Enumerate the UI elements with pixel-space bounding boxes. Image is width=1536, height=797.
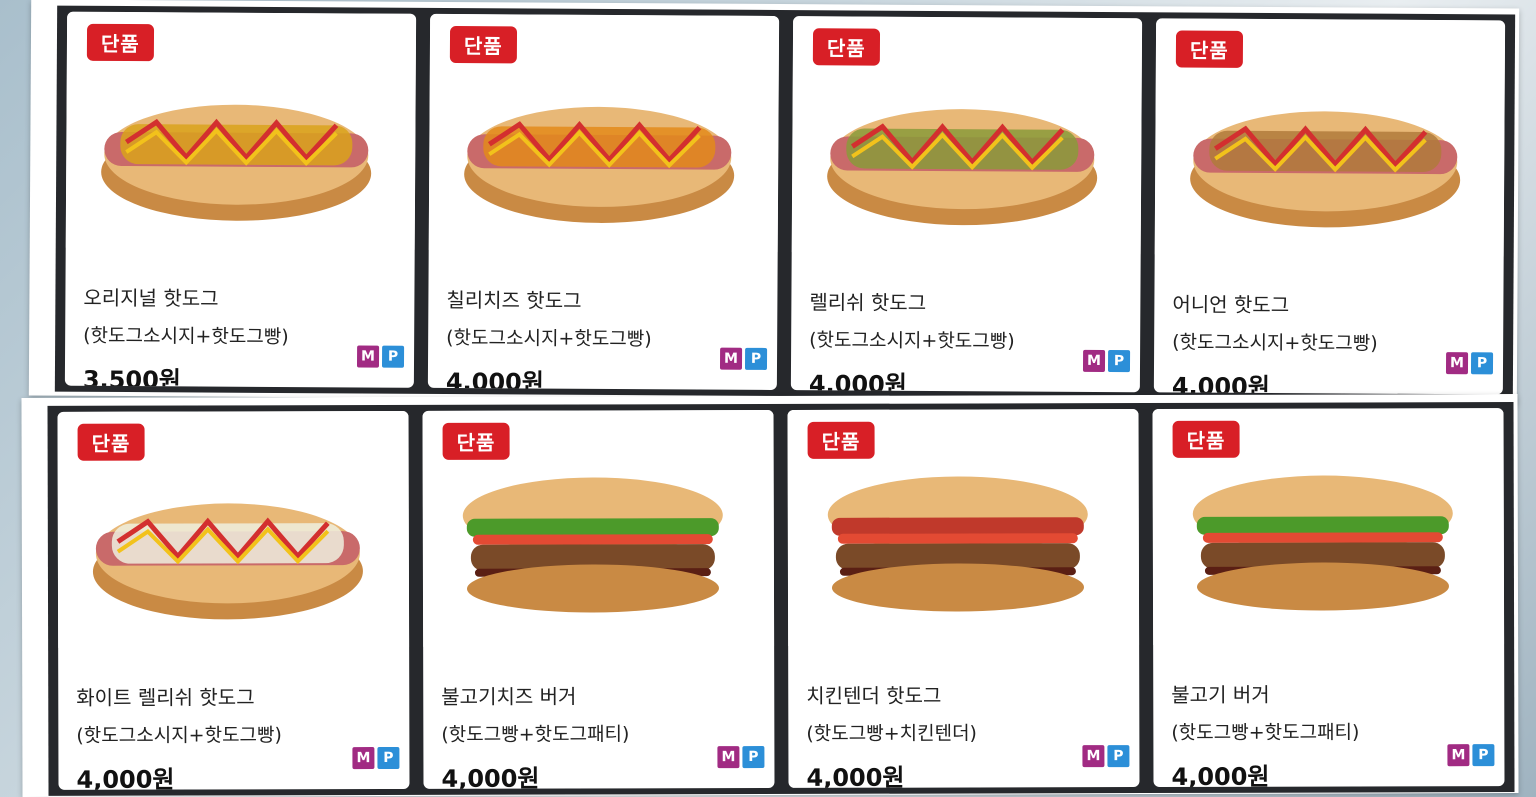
menu-row-2: 단품 화이트 렐리쉬 핫도그 (핫도그소시지+핫도그빵) 4,000원 M P … — [47, 402, 1515, 796]
mobile-pay-icon: M — [1082, 349, 1106, 373]
menu-composition: (핫도그빵+핫도그패티) — [1171, 721, 1360, 744]
hotdog-image — [101, 104, 372, 221]
mobile-pay-icon: M — [1447, 744, 1470, 767]
payment-icons: M P — [1082, 745, 1130, 768]
point-pay-icon: P — [381, 345, 405, 368]
menu-price: 4,000원 — [808, 370, 907, 393]
menu-card[interactable]: 단품 오리지널 핫도그 (핫도그소시지+핫도그빵) 3,500원 M P — [64, 11, 417, 388]
menu-name: 오리지널 핫도그 — [83, 285, 219, 311]
menu-panel-bottom: 단품 화이트 렐리쉬 핫도그 (핫도그소시지+핫도그빵) 4,000원 M P … — [21, 394, 1519, 797]
menu-info: 불고기치즈 버거 (핫도그빵+핫도그패티) 4,000원 — [441, 666, 756, 789]
single-item-badge: 단품 — [77, 423, 145, 461]
menu-card[interactable]: 단품 치킨텐더 핫도그 (핫도그빵+치킨텐더) 4,000원 M P — [787, 409, 1140, 788]
point-pay-icon: P — [744, 347, 768, 370]
menu-card[interactable]: 단품 불고기치즈 버거 (핫도그빵+핫도그패티) 4,000원 M P — [422, 409, 775, 789]
menu-composition: (핫도그소시지+핫도그빵) — [446, 327, 652, 351]
menu-info: 어니언 핫도그 (핫도그소시지+핫도그빵) 4,000원 — [1172, 274, 1486, 394]
hotdog-image — [827, 109, 1098, 226]
menu-price: 3,500원 — [82, 365, 181, 388]
menu-name: 화이트 렐리쉬 핫도그 — [76, 685, 255, 710]
menu-name: 칠리치즈 핫도그 — [446, 288, 582, 313]
payment-icons: M P — [352, 746, 400, 770]
single-item-badge: 단품 — [1175, 30, 1243, 68]
mobile-pay-icon: M — [1445, 352, 1469, 375]
menu-name: 불고기치즈 버거 — [441, 684, 577, 709]
menu-price: 4,000원 — [1171, 762, 1270, 787]
burger-image — [1192, 475, 1453, 611]
payment-icons: M P — [1445, 352, 1494, 375]
burger-image — [462, 477, 723, 613]
single-item-badge: 단품 — [86, 23, 154, 62]
menu-price: 4,000원 — [76, 765, 175, 790]
payment-icons: M P — [719, 347, 768, 370]
menu-composition: (핫도그소시지+핫도그빵) — [83, 324, 289, 349]
menu-info: 치킨텐더 핫도그 (핫도그빵+치킨텐더) 4,000원 — [806, 665, 1121, 788]
menu-composition: (핫도그빵+치킨텐더) — [806, 722, 977, 745]
menu-name: 렐리쉬 핫도그 — [809, 290, 927, 315]
point-pay-icon: P — [1472, 744, 1495, 767]
menu-composition: (핫도그소시지+핫도그빵) — [809, 329, 1015, 353]
mobile-pay-icon: M — [352, 747, 375, 770]
menu-card[interactable]: 단품 칠리치즈 핫도그 (핫도그소시지+핫도그빵) 4,000원 M P — [427, 13, 780, 391]
menu-card[interactable]: 단품 화이트 렐리쉬 핫도그 (핫도그소시지+핫도그빵) 4,000원 M P — [57, 410, 410, 790]
mobile-pay-icon: M — [1082, 745, 1105, 768]
single-item-badge: 단품 — [812, 28, 880, 66]
hotdog-image — [92, 503, 363, 620]
menu-card[interactable]: 단품 어니언 핫도그 (핫도그소시지+핫도그빵) 4,000원 M P — [1153, 18, 1506, 395]
menu-info: 칠리치즈 핫도그 (핫도그소시지+핫도그빵) 4,000원 — [446, 270, 760, 390]
point-pay-icon: P — [1107, 745, 1130, 768]
menu-price: 4,000원 — [441, 764, 540, 789]
menu-price: 4,000원 — [1171, 372, 1270, 395]
menu-info: 오리지널 핫도그 (핫도그소시지+핫도그빵) 3,500원 — [83, 268, 397, 388]
single-item-badge: 단품 — [442, 422, 510, 460]
single-item-badge: 단품 — [1172, 420, 1240, 458]
menu-info: 화이트 렐리쉬 핫도그 (핫도그소시지+핫도그빵) 4,000원 — [76, 667, 391, 790]
menu-composition: (핫도그소시지+핫도그빵) — [1172, 331, 1378, 355]
menu-name: 어니언 핫도그 — [1172, 292, 1290, 318]
payment-icons: M P — [356, 345, 405, 368]
menu-composition: (핫도그빵+핫도그패티) — [441, 723, 630, 746]
point-pay-icon: P — [742, 746, 765, 769]
menu-info: 렐리쉬 핫도그 (핫도그소시지+핫도그빵) 4,000원 — [809, 272, 1123, 392]
single-item-badge: 단품 — [449, 26, 517, 64]
mobile-pay-icon: M — [356, 345, 380, 368]
payment-icons: M P — [1082, 349, 1131, 373]
menu-name: 불고기 버거 — [1171, 682, 1270, 707]
menu-price: 4,000원 — [806, 763, 905, 788]
mobile-pay-icon: M — [719, 347, 743, 370]
menu-composition: (핫도그소시지+핫도그빵) — [76, 724, 282, 747]
menu-info: 불고기 버거 (핫도그빵+핫도그패티) 4,000원 — [1171, 664, 1486, 787]
menu-card[interactable]: 단품 렐리쉬 핫도그 (핫도그소시지+핫도그빵) 4,000원 M P — [790, 16, 1143, 393]
menu-panel-top: 단품 오리지널 핫도그 (핫도그소시지+핫도그빵) 3,500원 M P 단품 … — [28, 0, 1520, 405]
mobile-pay-icon: M — [717, 746, 740, 769]
point-pay-icon: P — [1470, 352, 1494, 375]
menu-name: 치킨텐더 핫도그 — [806, 683, 942, 708]
menu-card[interactable]: 단품 불고기 버거 (핫도그빵+핫도그패티) 4,000원 M P — [1152, 408, 1505, 787]
payment-icons: M P — [1447, 744, 1495, 767]
burger-image — [827, 476, 1088, 612]
menu-row-1: 단품 오리지널 핫도그 (핫도그소시지+핫도그빵) 3,500원 M P 단품 … — [54, 5, 1516, 401]
hotdog-image — [1190, 111, 1461, 228]
point-pay-icon: P — [377, 746, 400, 770]
payment-icons: M P — [717, 746, 765, 769]
hotdog-image — [464, 106, 735, 223]
point-pay-icon: P — [1107, 350, 1131, 373]
menu-price: 4,000원 — [445, 367, 544, 391]
single-item-badge: 단품 — [807, 421, 875, 459]
